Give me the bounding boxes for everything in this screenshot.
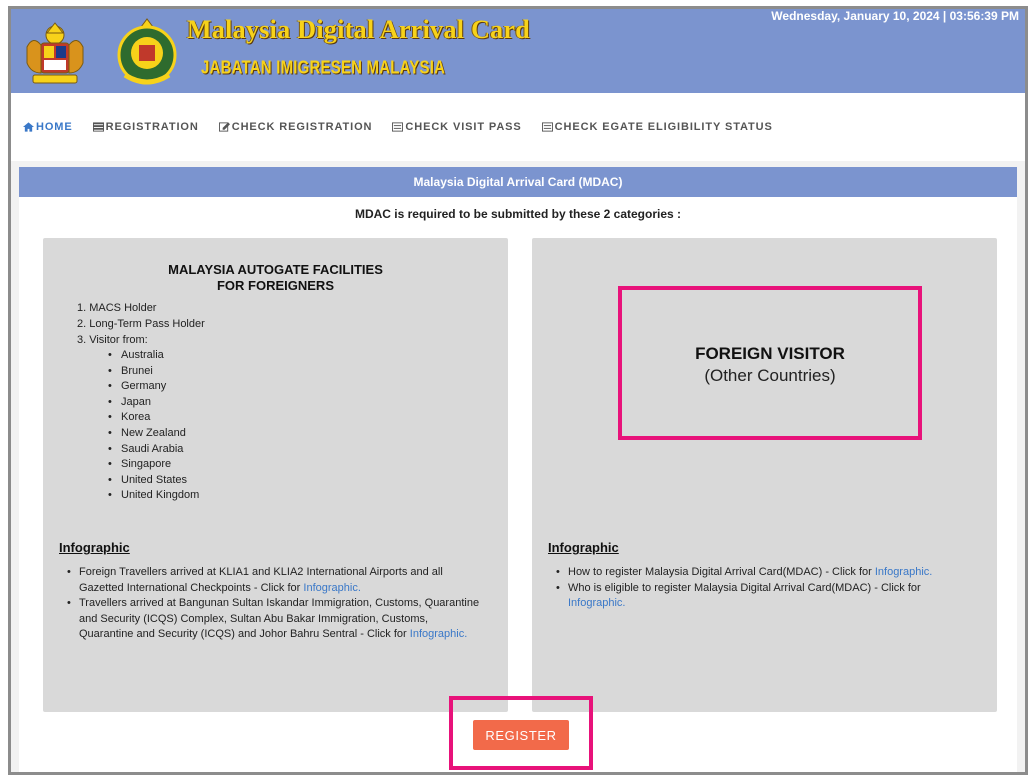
list-item: Who is eligible to register Malaysia Dig…	[556, 581, 969, 612]
list-item: How to register Malaysia Digital Arrival…	[556, 565, 969, 581]
country-item: Australia	[108, 348, 508, 364]
nav-check-egate-eligibility[interactable]: CHECK EGATE ELIGIBILITY STATUS	[541, 121, 773, 133]
right-infographic-heading: Infographic	[548, 540, 619, 555]
nav-check-registration-label: CHECK REGISTRATION	[231, 121, 373, 133]
infographic-link[interactable]: Infographic.	[568, 597, 625, 609]
left-infographic-list: Foreign Travellers arrived at KLIA1 and …	[67, 565, 480, 643]
list-item: 1. MACS Holder	[77, 302, 157, 314]
nav-check-visit-pass[interactable]: CHECK VISIT PASS	[392, 121, 521, 133]
autogate-card: MALAYSIA AUTOGATE FACILITIES FOR FOREIGN…	[43, 238, 508, 712]
autogate-card-title: MALAYSIA AUTOGATE FACILITIES FOR FOREIGN…	[168, 262, 383, 293]
right-infographic-list: How to register Malaysia Digital Arrival…	[556, 565, 969, 612]
country-item: Saudi Arabia	[108, 442, 508, 458]
browser-frame: Malaysia Digital Arrival Card JABATAN IM…	[8, 6, 1028, 775]
list-item: Travellers arrived at Bangunan Sultan Is…	[67, 596, 480, 643]
autogate-eligibility-list: 1. MACS Holder 2. Long-Term Pass Holder …	[77, 300, 508, 504]
top-navigation: HOME REGISTRATION CHECK REGISTRATION CHE…	[11, 93, 1025, 161]
mdac-panel: Malaysia Digital Arrival Card (MDAC) MDA…	[19, 167, 1017, 772]
nav-registration[interactable]: REGISTRATION	[92, 121, 199, 133]
infographic-link[interactable]: Infographic.	[410, 628, 467, 640]
list-item: Foreign Travellers arrived at KLIA1 and …	[67, 565, 480, 596]
immigration-department-emblem	[117, 18, 177, 85]
nav-home-label: HOME	[36, 121, 73, 133]
country-list: Australia Brunei Germany Japan Korea New…	[108, 348, 508, 504]
foreign-visitor-option[interactable]: FOREIGN VISITOR (Other Countries)	[618, 286, 922, 440]
list-icon	[92, 122, 104, 132]
foreign-visitor-card: FOREIGN VISITOR (Other Countries) Infogr…	[532, 238, 997, 712]
infographic-link[interactable]: Infographic.	[303, 582, 360, 594]
register-highlight: REGISTER	[449, 696, 593, 770]
site-subtitle: JABATAN IMIGRESEN MALAYSIA	[201, 57, 446, 79]
nav-home[interactable]: HOME	[23, 121, 73, 133]
country-item: Singapore	[108, 457, 508, 473]
document-icon	[392, 122, 404, 132]
current-datetime: Wednesday, January 10, 2024 | 03:56:39 P…	[771, 9, 1019, 23]
document-icon	[541, 122, 553, 132]
foreign-visitor-title: FOREIGN VISITOR	[695, 344, 845, 363]
home-icon	[23, 122, 34, 132]
list-item: 2. Long-Term Pass Holder	[77, 318, 205, 330]
foreign-visitor-subtitle: (Other Countries)	[704, 366, 836, 385]
country-item: Korea	[108, 410, 508, 426]
nav-check-egate-eligibility-label: CHECK EGATE ELIGIBILITY STATUS	[554, 121, 773, 133]
malaysia-coat-of-arms-logo	[26, 22, 84, 84]
header-banner: Malaysia Digital Arrival Card JABATAN IM…	[11, 9, 1025, 93]
register-button[interactable]: REGISTER	[473, 720, 569, 750]
list-item: 3. Visitor from: Australia Brunei German…	[77, 332, 508, 504]
country-item: United States	[108, 473, 508, 489]
nav-registration-label: REGISTRATION	[105, 121, 199, 133]
left-infographic-heading: Infographic	[59, 540, 130, 555]
country-item: Germany	[108, 379, 508, 395]
country-item: Japan	[108, 395, 508, 411]
panel-heading: Malaysia Digital Arrival Card (MDAC)	[19, 167, 1017, 197]
nav-check-visit-pass-label: CHECK VISIT PASS	[405, 121, 522, 133]
edit-icon	[218, 122, 230, 132]
nav-check-registration[interactable]: CHECK REGISTRATION	[218, 121, 373, 133]
panel-lead-text: MDAC is required to be submitted by thes…	[354, 207, 682, 221]
country-item: Brunei	[108, 364, 508, 380]
site-title: Malaysia Digital Arrival Card	[187, 15, 531, 44]
country-item: New Zealand	[108, 426, 508, 442]
infographic-link[interactable]: Infographic.	[875, 566, 932, 578]
country-item: United Kingdom	[108, 488, 508, 504]
